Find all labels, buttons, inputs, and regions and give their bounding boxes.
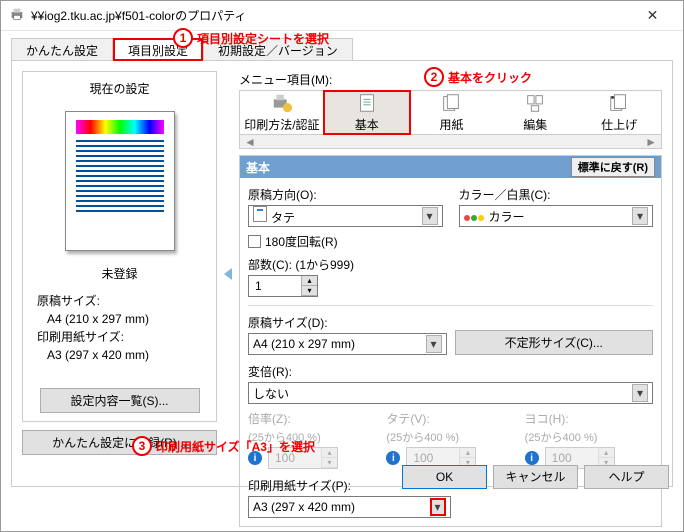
tab-initial-version[interactable]: 初期設定／バージョン [203,38,353,61]
yoko-hint: (25から400 %) [525,429,653,445]
portrait-icon [253,206,267,222]
doc-size-value: A4 (210 x 297 mm) [47,310,208,328]
doc-size-label2: 原稿サイズ(D): [248,314,447,331]
tab-detailed-settings[interactable]: 項目別設定 [113,38,203,61]
irregular-size-button[interactable]: 不定形サイズ(C)... [455,330,654,355]
scroll-right-icon: ► [645,135,657,149]
rotate-180-checkbox[interactable] [248,235,261,248]
chevron-down-icon: ▾ [632,384,648,402]
printer-properties-window: ¥¥iog2.tku.ac.jp¥f501-colorのプロパティ ✕ かんたん… [0,0,684,532]
group-header: 基本 標準に戻す(R) [240,156,661,178]
spin-down-icon[interactable]: ▾ [301,286,317,296]
menu-strip: 印刷方法/認証 基本 用紙 編集 [239,90,662,135]
ok-button[interactable]: OK [402,465,487,489]
paper-size-select[interactable]: A3 (297 x 420 mm) ▾ [248,496,451,518]
menu-items-label: メニュー項目(M): [239,71,662,88]
doc-size-label: 原稿サイズ: [37,292,208,310]
cancel-button[interactable]: キャンセル [493,465,578,489]
menu-item-label: 編集 [523,116,547,133]
finish-icon [608,92,630,114]
document-size-select[interactable]: A4 (210 x 297 mm) ▾ [248,333,447,355]
document-size-value: A4 (210 x 297 mm) [253,337,355,351]
menu-item-label: 基本 [355,116,379,133]
info-icon[interactable]: i [386,451,400,465]
preview-rainbow [76,120,164,134]
color-dots-icon [464,210,485,224]
spin-up-icon[interactable]: ▴ [301,276,317,286]
menu-item-print-auth[interactable]: 印刷方法/認証 [240,91,324,134]
current-settings-panel: 現在の設定 未登録 原稿サイズ: A4 (210 x 297 mm) 印刷用紙サ… [22,71,217,422]
tab-content: 現在の設定 未登録 原稿サイズ: A4 (210 x 297 mm) 印刷用紙サ… [11,61,673,487]
right-panel: メニュー項目(M): 2 基本をクリック 印刷方法/認証 基本 [239,71,662,476]
ratio-hint: (25から400 %) [248,429,376,445]
ratio-label: 倍率(Z): [248,410,376,427]
menu-item-basic[interactable]: 基本 [323,90,411,135]
rotate-180-label: 180度回転(R) [265,233,338,250]
menu-item-label: 用紙 [439,116,463,133]
chevron-down-icon: ▾ [430,498,446,516]
tate-value: 100 [407,451,439,465]
menu-item-label: 印刷方法/認証 [244,116,319,133]
edit-icon [524,92,546,114]
tab-simple-settings[interactable]: かんたん設定 [11,38,113,61]
yoko-label: ヨコ(H): [525,410,653,427]
info-icon[interactable]: i [525,451,539,465]
dialog-body: かんたん設定 項目別設定 初期設定／バージョン 1 項目別設定シートを選択 現在… [1,31,683,497]
menu-scrollbar[interactable]: ◄ ► [239,135,662,149]
orientation-value: タテ [271,211,295,225]
chevron-down-icon: ▾ [426,335,442,353]
tate-hint: (25から400 %) [386,429,514,445]
scale-select[interactable]: しない ▾ [248,382,653,404]
triangle-left-icon [224,268,232,280]
close-button[interactable]: ✕ [630,2,675,30]
titlebar: ¥¥iog2.tku.ac.jp¥f501-colorのプロパティ ✕ [1,1,683,31]
help-button[interactable]: ヘルプ [584,465,669,489]
preset-name: 未登録 [31,265,208,282]
menu-item-edit[interactable]: 編集 [493,91,577,134]
printer-auth-icon [271,92,293,114]
print-size-value: A3 (297 x 420 mm) [47,346,208,364]
orientation-select[interactable]: タテ ▾ [248,205,443,227]
print-size-label: 印刷用紙サイズ: [37,328,208,346]
scroll-left-icon: ◄ [244,135,256,149]
reset-to-default-button[interactable]: 標準に戻す(R) [571,157,655,177]
dialog-footer: OK キャンセル ヘルプ [402,465,669,489]
scale-value: しない [253,385,289,402]
tabstrip: かんたん設定 項目別設定 初期設定／バージョン [11,37,673,61]
window-title: ¥¥iog2.tku.ac.jp¥f501-colorのプロパティ [31,7,630,24]
settings-list-button[interactable]: 設定内容一覧(S)... [40,388,200,413]
size-info: 原稿サイズ: A4 (210 x 297 mm) 印刷用紙サイズ: A3 (29… [37,292,208,364]
info-icon[interactable]: i [248,451,262,465]
menu-item-paper[interactable]: 用紙 [410,91,494,134]
menu-item-finish[interactable]: 仕上げ [577,91,661,134]
chevron-down-icon: ▾ [422,207,438,225]
printer-icon [9,6,25,25]
page-preview [65,111,175,251]
collapse-handle[interactable] [223,71,233,476]
menu-item-label: 仕上げ [601,116,637,133]
color-label: カラー／白黒(C): [459,186,654,203]
scale-label: 変倍(R): [248,363,653,380]
paper-icon [440,92,462,114]
orientation-label: 原稿方向(O): [248,186,443,203]
group-title: 基本 [246,159,270,176]
document-icon [356,92,378,114]
copies-spinner[interactable]: 1 ▴▾ [248,275,318,297]
yoko-value: 100 [546,451,578,465]
save-to-simple-button[interactable]: かんたん設定に登録(R)... [22,430,217,455]
copies-label: 部数(C): (1から999) [248,256,443,273]
chevron-down-icon: ▾ [632,207,648,225]
color-value: カラー [489,210,525,224]
paper-size-value: A3 (297 x 420 mm) [253,500,355,514]
color-select[interactable]: カラー ▾ [459,205,654,227]
ratio-spinner: 100 ▴▾ [268,447,338,469]
tate-label: タテ(V): [386,410,514,427]
copies-value: 1 [249,279,268,293]
current-settings-title: 現在の設定 [31,80,208,97]
ratio-value: 100 [269,451,301,465]
